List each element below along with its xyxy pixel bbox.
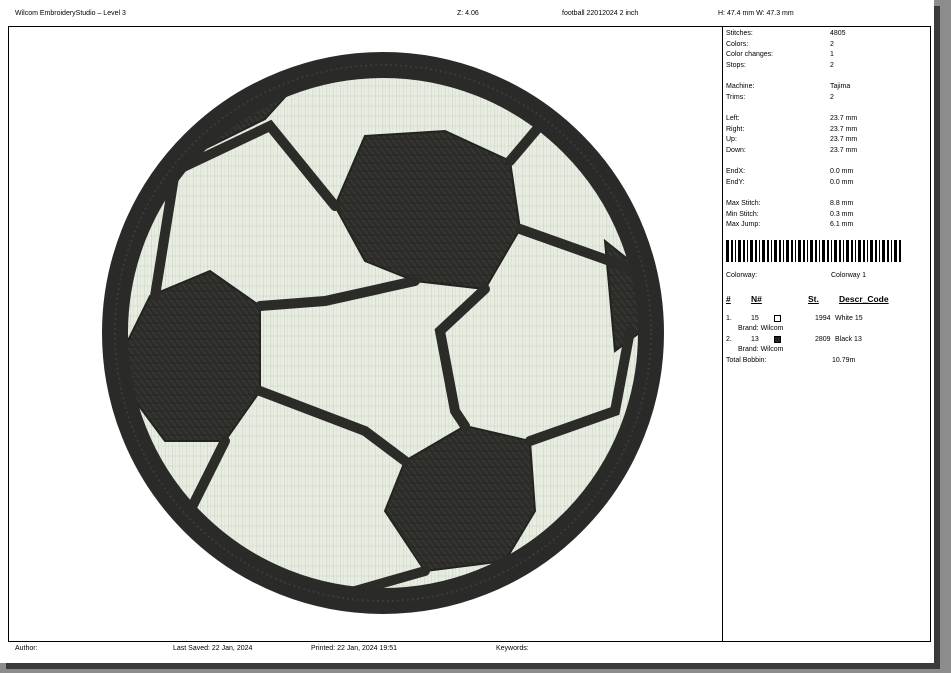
footer-printed: Printed: 22 Jan, 2024 19:51 [311, 645, 398, 652]
stat-row: Trims: 2 [726, 94, 834, 101]
total-bobbin-value: 10.79m [832, 357, 856, 364]
barcode-bar [899, 240, 901, 262]
barcode-bar [839, 240, 841, 262]
stat-row: Down: 23.7 mm [726, 147, 858, 154]
barcode-bar [815, 240, 817, 262]
barcode-bar [783, 240, 784, 262]
color-row-1-brand: Brand: Wilcom [738, 325, 784, 332]
stat-row: Color changes: 1 [726, 51, 834, 58]
barcode-bar [810, 240, 813, 262]
stat-row: EndX: 0.0 mm [726, 168, 854, 175]
barcode-bar [726, 240, 729, 262]
sheet-shadow-right [934, 6, 940, 668]
barcode-bar [891, 240, 892, 262]
barcode-bar [747, 240, 748, 262]
col-header-needle: N# [751, 294, 762, 304]
barcode-bar [887, 240, 889, 262]
colorway-label: Colorway: [726, 272, 758, 279]
barcode-bar [863, 240, 865, 262]
barcode-bar [803, 240, 805, 262]
barcode-bar [731, 240, 733, 262]
barcode-bar [875, 240, 877, 262]
color-row-1-stitches: 1994 [815, 315, 831, 322]
barcode-bar [738, 240, 741, 262]
barcode-bar [851, 240, 853, 262]
barcode-bar [791, 240, 793, 262]
barcode-bar [786, 240, 789, 262]
barcode-bar [822, 240, 825, 262]
barcode-bar [831, 240, 832, 262]
barcode-bar [827, 240, 829, 262]
embroidery-design [95, 31, 670, 641]
color-row-2-index: 2. [726, 336, 732, 343]
barcode-bar [771, 240, 772, 262]
barcode-bar [807, 240, 808, 262]
info-panel-divider [722, 26, 723, 642]
color-row-1-needle: 15 [751, 315, 759, 322]
stat-row: Stitches: 4805 [726, 30, 846, 37]
barcode-bar [762, 240, 765, 262]
barcode-bar [798, 240, 801, 262]
stat-row: Left: 23.7 mm [726, 115, 858, 122]
barcode-bar [858, 240, 861, 262]
barcode-bar [774, 240, 777, 262]
col-header-stitches: St. [808, 294, 819, 304]
barcode-bar [843, 240, 844, 262]
stat-row: Up: 23.7 mm [726, 136, 858, 143]
color-row-2-stitches: 2809 [815, 336, 831, 343]
stat-row: Max Stitch: 8.8 mm [726, 200, 854, 207]
soccer-ball-embroidery [102, 52, 664, 614]
design-barcode [726, 240, 901, 262]
footer-keywords: Keywords: [496, 645, 529, 652]
barcode-bar [894, 240, 897, 262]
color-row-1-description: White 15 [835, 315, 863, 322]
barcode-bar [755, 240, 757, 262]
footer-last-saved: Last Saved: 22 Jan, 2024 [173, 645, 253, 652]
color-row-1-index: 1. [726, 315, 732, 322]
barcode-bar [795, 240, 796, 262]
col-header-description: Descr_Code [839, 294, 889, 304]
barcode-bar [879, 240, 880, 262]
colorway-value: Colorway 1 [831, 272, 867, 279]
barcode-bar [882, 240, 885, 262]
stat-row: Max Jump: 6.1 mm [726, 221, 854, 228]
barcode-bar [750, 240, 753, 262]
sheet-shadow-bottom [6, 663, 940, 669]
footer-author: Author: [15, 645, 38, 652]
col-header-index: # [726, 294, 731, 304]
total-bobbin-label: Total Bobbin: [726, 357, 767, 364]
color-row-1-swatch [774, 315, 781, 322]
color-row-2-description: Black 13 [835, 336, 862, 343]
stat-row: Stops: 2 [726, 62, 834, 69]
color-row-2-brand: Brand: Wilcom [738, 346, 784, 353]
color-row-2-swatch [774, 336, 781, 343]
stat-row: EndY: 0.0 mm [726, 179, 854, 186]
barcode-bar [855, 240, 856, 262]
barcode-bar [867, 240, 868, 262]
app-title: Wilcom EmbroideryStudio – Level 3 [15, 10, 126, 17]
barcode-bar [834, 240, 837, 262]
color-row-2-needle: 13 [751, 336, 759, 343]
barcode-bar [870, 240, 873, 262]
barcode-bar [819, 240, 820, 262]
barcode-bar [779, 240, 781, 262]
zoom-level: Z: 4.06 [457, 10, 479, 17]
stat-row: Machine: Tajima [726, 83, 851, 90]
barcode-bar [759, 240, 760, 262]
barcode-bar [767, 240, 769, 262]
barcode-bar [846, 240, 849, 262]
design-name: football 22012024 2 inch [562, 10, 639, 17]
barcode-bar [735, 240, 736, 262]
design-dimensions: H: 47.4 mm W: 47.3 mm [718, 10, 794, 17]
barcode-bar [743, 240, 745, 262]
